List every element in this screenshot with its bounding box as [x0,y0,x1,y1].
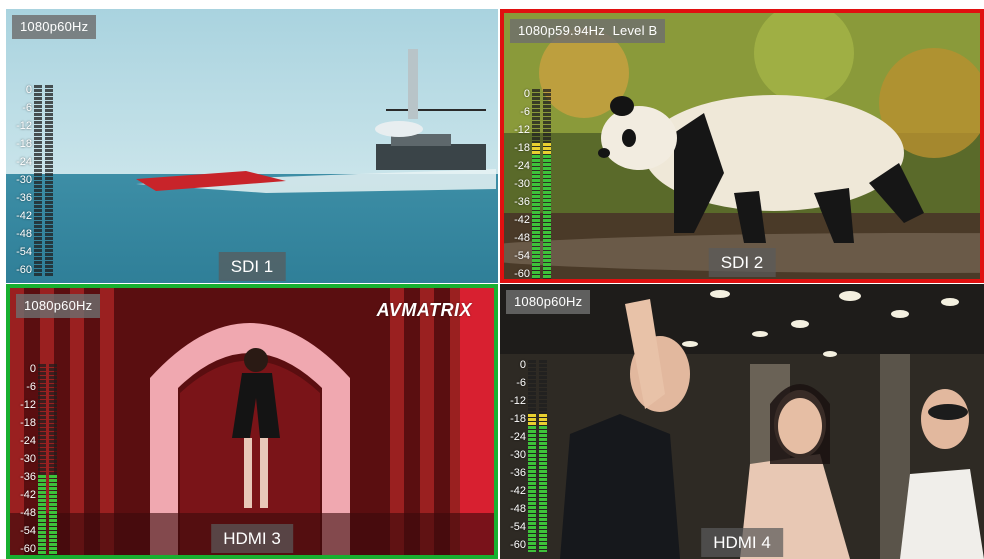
scale-label: 0 [523,88,530,100]
scale-label: -24 [20,435,36,447]
audio-meter-right [49,364,57,555]
audio-meter-left [38,364,46,555]
pane-hdmi-3[interactable]: AVMATRIX 0 -6 -12 -18 -24 -30 -36 -42 -4… [6,284,498,559]
format-badge: 1080p60Hz [16,294,101,318]
meter-fill [543,142,551,279]
scale-label: -6 [516,377,526,389]
video-boat-helicopter [6,9,498,283]
audio-meter-scale: 0 -6 -12 -18 -24 -30 -36 -42 -48 -54 -60 [6,85,32,277]
meter-fill [528,413,536,552]
scale-label: -12 [510,395,526,407]
audio-meter-right [543,89,551,279]
scale-label: -18 [16,138,32,150]
scale-label: -30 [16,174,32,186]
meter-peak [532,142,540,154]
audio-meter-left [528,360,536,552]
scale-label: -54 [16,246,32,258]
audio-meter-scale: 0 -6 -12 -18 -24 -30 -36 -42 -48 -54 -60 [10,363,36,555]
scale-label: 0 [519,359,526,371]
audio-meter: 0 -6 -12 -18 -24 -30 -36 -42 -48 -54 -60 [500,360,552,552]
scale-label: -48 [510,503,526,515]
source-label: HDMI 3 [211,524,293,553]
format-badge: 1080p59.94Hz Level B [510,19,666,43]
video-panda [504,13,980,279]
scale-label: -42 [514,214,530,226]
scale-label: -36 [20,471,36,483]
scale-label: -42 [16,210,32,222]
scale-label: -60 [510,539,526,551]
scale-label: -24 [514,160,530,172]
pane-sdi-2[interactable]: 0 -6 -12 -18 -24 -30 -36 -42 -48 -54 -60… [500,9,984,283]
meter-peak [528,413,536,425]
video-stage-performer [10,288,494,555]
multiview-grid: 0 -6 -12 -18 -24 -30 -36 -42 -48 -54 -60… [0,0,984,559]
scale-label: -12 [514,124,530,136]
meter-peak [539,413,547,425]
audio-meter-left [34,85,42,277]
scale-label: -36 [16,192,32,204]
source-label: HDMI 4 [701,528,783,557]
scale-label: -30 [514,178,530,190]
scale-label: -42 [20,489,36,501]
scale-label: -48 [20,507,36,519]
scale-label: -48 [514,232,530,244]
audio-meter-left [532,89,540,279]
scale-label: -24 [510,431,526,443]
scale-label: -54 [20,525,36,537]
audio-meter-right [45,85,53,277]
scale-label: 0 [25,84,32,96]
video-women-waving [500,284,984,559]
audio-meter-scale: 0 -6 -12 -18 -24 -30 -36 -42 -48 -54 -60 [500,360,526,552]
scale-label: -36 [510,467,526,479]
format-badge: 1080p60Hz [12,15,97,39]
scale-label: -48 [16,228,32,240]
scale-label: -54 [514,250,530,262]
audio-meter: 0 -6 -12 -18 -24 -30 -36 -42 -48 -54 -60 [504,88,556,280]
scale-label: -6 [26,381,36,393]
scale-label: -30 [20,453,36,465]
audio-meter: 0 -6 -12 -18 -24 -30 -36 -42 -48 -54 -60 [6,85,58,277]
scale-label: -60 [20,543,36,555]
meter-fill [38,475,46,555]
source-label: SDI 1 [218,252,286,281]
scale-label: 0 [29,363,36,375]
meter-fill [49,475,57,555]
scale-label: -18 [510,413,526,425]
meter-peak [543,142,551,154]
scale-label: -6 [520,106,530,118]
audio-meter: 0 -6 -12 -18 -24 -30 -36 -42 -48 -54 -60 [10,363,62,555]
pane-sdi-1[interactable]: 0 -6 -12 -18 -24 -30 -36 -42 -48 -54 -60… [6,9,498,283]
meter-fill [532,142,540,279]
avmatrix-logo: AVMATRIX [376,300,472,320]
meter-fill [539,413,547,552]
audio-meter-scale: 0 -6 -12 -18 -24 -30 -36 -42 -48 -54 -60 [504,88,530,280]
scale-label: -18 [20,417,36,429]
scale-label: -60 [514,268,530,280]
pane-hdmi-4[interactable]: 0 -6 -12 -18 -24 -30 -36 -42 -48 -54 -60… [500,284,984,559]
scale-label: -24 [16,156,32,168]
scale-label: -36 [514,196,530,208]
scale-label: -12 [16,120,32,132]
format-badge: 1080p60Hz [506,290,591,314]
scale-label: -18 [514,142,530,154]
scale-label: -42 [510,485,526,497]
scale-label: -6 [22,102,32,114]
source-label: SDI 2 [708,248,776,277]
scale-label: -60 [16,264,32,276]
audio-meter-right [539,360,547,552]
scale-label: -30 [510,449,526,461]
scale-label: -54 [510,521,526,533]
scale-label: -12 [20,399,36,411]
